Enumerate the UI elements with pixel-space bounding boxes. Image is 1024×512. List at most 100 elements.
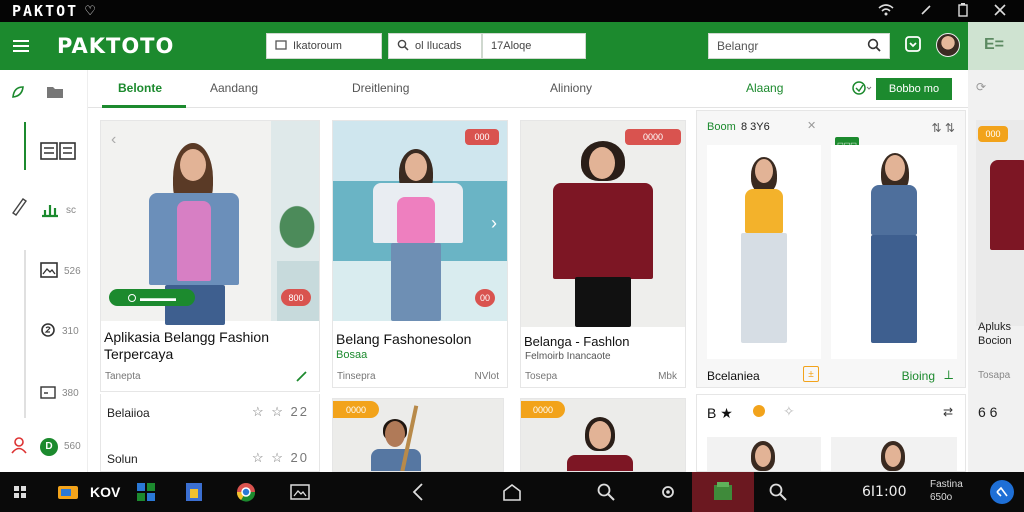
chevron-right-icon[interactable]: › [491,213,497,234]
panel-footer-label[interactable]: Bcelaniea [707,369,760,383]
primary-action-button[interactable]: Bobbo mo [876,78,952,100]
discount-badge: 800 [281,289,311,306]
product-card[interactable]: 000 00 › Belang Fashonesolon Bosaa Tinse… [332,120,508,388]
list-item-label[interactable]: Solun [107,452,138,466]
product-card[interactable]: 0000 [332,398,504,472]
ghost-logo: E= [984,36,1005,53]
filter-field-label: 17Aloqe [491,40,532,52]
sort-icon[interactable]: ⇅ ⇅ [932,121,955,135]
sidebar-item-image[interactable]: 526 [40,262,81,281]
product-card[interactable]: ▬▬▬▬ 800 ‹ Aplikasia Belangg Fashion Ter… [100,120,320,392]
plant-decor [277,191,319,251]
product-subtitle: Felmoirb Inancaote [525,351,611,362]
circle-icon [40,322,56,341]
sidebar-item-pen[interactable] [10,196,28,219]
active-tab-underline [102,105,186,108]
top-bar: PAKTOTO Ikatoroum ol Ilucads 17Aloqe Bel… [0,22,968,70]
promo-badge: 0000 [333,401,379,418]
search-icon[interactable] [596,482,616,502]
home-icon[interactable] [502,482,522,502]
heart-icon: ♡ [84,3,96,18]
tab-bar: Belonte Aandang Dreitlening Aliniony Ala… [88,70,968,108]
rating-stars[interactable]: ☆ ☆ 22 [252,404,309,420]
ghost-badge: 000 [978,126,1008,142]
product-title[interactable]: Aplikasia Belangg Fashion Terpercaya [104,329,318,363]
rating-stars[interactable]: ☆ ☆ 20 [252,450,309,466]
notification-center-icon[interactable] [990,480,1014,504]
product-card[interactable]: 0000 Belanga - Fashlon Felmoirb Inancaot… [520,120,686,388]
image-icon [40,262,58,281]
sidebar-item-grid[interactable] [40,142,76,163]
sidebar-item-chart[interactable]: sc [40,200,76,221]
featured-image[interactable] [707,437,821,471]
featured-image[interactable] [831,437,957,471]
panel-header-left: Boom [707,121,736,133]
active-app-tab[interactable] [692,472,754,512]
folder-app-icon[interactable] [58,482,78,502]
badge-dot [753,405,765,417]
location-field[interactable]: ol Ilucads [388,33,482,59]
search-icon[interactable] [867,38,881,55]
expand-icon[interactable] [920,4,932,19]
sidebar-item-circle[interactable]: 310 [40,322,79,341]
close-icon[interactable] [994,3,1006,19]
product-card[interactable]: 0000 [520,398,686,472]
sidebar-item-folder[interactable] [46,84,64,103]
leaf-icon [10,84,26,103]
pen-icon [10,196,28,219]
featured-image[interactable] [831,145,957,359]
wifi-icon [878,3,894,19]
tab-aandang[interactable]: Aandang [210,81,258,95]
arrow-icon[interactable]: ⟂ [944,367,953,383]
sidebar-item-leaf[interactable] [10,84,26,103]
notification-icon[interactable] [904,35,924,55]
tab-aliniony[interactable]: Aliniony [550,81,592,95]
grid-icon [40,142,76,163]
sidebar-active-indicator [24,122,26,170]
panel-header-mid: 8 3Y6 [741,121,770,133]
filter-field[interactable]: 17Aloqe [482,33,586,59]
discount-badge: 00 [475,289,495,307]
search-icon[interactable] [768,482,788,502]
sidebar-item-user[interactable]: D 560 [10,436,81,457]
taskbar-app-label[interactable]: KOV [90,484,120,500]
settings-icon[interactable] [658,482,678,502]
app-logo[interactable]: PAKTOTO [57,34,174,58]
status-title: PAKTOT [12,2,79,20]
menu-icon[interactable] [13,40,29,52]
sidebar-item-box[interactable]: 380 [40,384,79,403]
panel-footer-link[interactable]: Bioing [902,369,935,383]
sidebar-value: 310 [62,326,79,337]
list-item-label[interactable]: Belaiioa [107,406,150,420]
status-icons [878,0,1024,22]
files-app-icon[interactable] [184,482,204,502]
globe-icon[interactable] [852,81,872,100]
product-title[interactable]: Belang Fashonesolon [336,331,506,348]
edit-icon[interactable] [295,369,309,388]
featured-image[interactable] [707,145,821,359]
tab-belonte[interactable]: Belonte [118,81,162,95]
store-app-icon[interactable] [136,482,156,502]
tag-icon [275,39,287,54]
category-field[interactable]: Ikatoroum [266,33,382,59]
start-grid-icon[interactable] [10,482,30,502]
swap-icon[interactable]: ⇄ [943,405,953,419]
location-field-label: ol Ilucads [415,40,462,52]
date-label: Fastina 650o [930,479,963,503]
back-icon[interactable] [408,482,428,502]
tab-alaang[interactable]: Alaang [746,81,783,95]
browser-icon[interactable] [236,482,256,502]
close-icon[interactable]: ✕ [807,119,816,132]
avatar[interactable] [936,33,960,57]
sparkle-icon: ✧ [783,403,795,419]
gallery-icon[interactable] [290,482,310,502]
search-input[interactable]: Belangr [708,33,890,59]
tab-dreitlening[interactable]: Dreitlening [352,81,409,95]
product-title[interactable]: Belanga - Fashlon [524,333,684,350]
chevron-left-icon[interactable]: ‹ [111,131,116,149]
ghost-tab-icon: ⟳ [976,80,987,94]
status-bar: PAKTOT ♡ [0,0,1024,22]
red-shirt [553,183,653,279]
bookmark-icon[interactable]: ± [803,366,819,382]
yellow-top [745,189,783,233]
